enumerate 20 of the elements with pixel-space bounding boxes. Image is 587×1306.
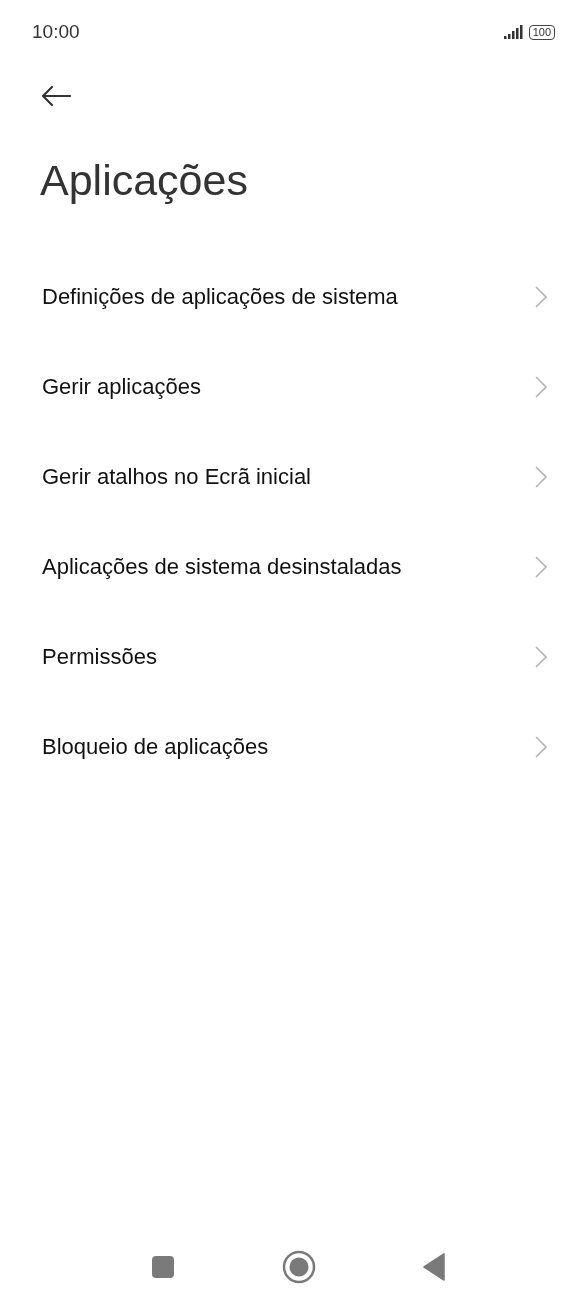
settings-item[interactable]: Definições de aplicações de sistema [0, 252, 587, 342]
battery-indicator: 100 [528, 24, 555, 40]
recents-button[interactable] [151, 1255, 175, 1279]
page-title: Aplicações [40, 155, 249, 206]
settings-item[interactable]: Gerir aplicações [0, 342, 587, 432]
chevron-icon [535, 736, 547, 758]
back-nav-button[interactable] [423, 1253, 445, 1281]
chevron-icon [535, 466, 547, 488]
chevron-icon [535, 286, 547, 308]
home-button[interactable] [282, 1250, 316, 1284]
settings-item[interactable]: Bloqueio de aplicações [0, 702, 587, 792]
signal-icon [503, 25, 524, 39]
settings-item[interactable]: Aplicações de sistema desinstaladas [0, 522, 587, 612]
chevron-icon [535, 376, 547, 398]
status-time: 10:00 [32, 21, 80, 43]
settings-item[interactable]: Gerir atalhos no Ecrã inicial [0, 432, 587, 522]
chevron-icon [535, 556, 547, 578]
settings-item[interactable]: Permissões [0, 612, 587, 702]
back-button[interactable] [40, 85, 72, 107]
chevron-icon [535, 646, 547, 668]
